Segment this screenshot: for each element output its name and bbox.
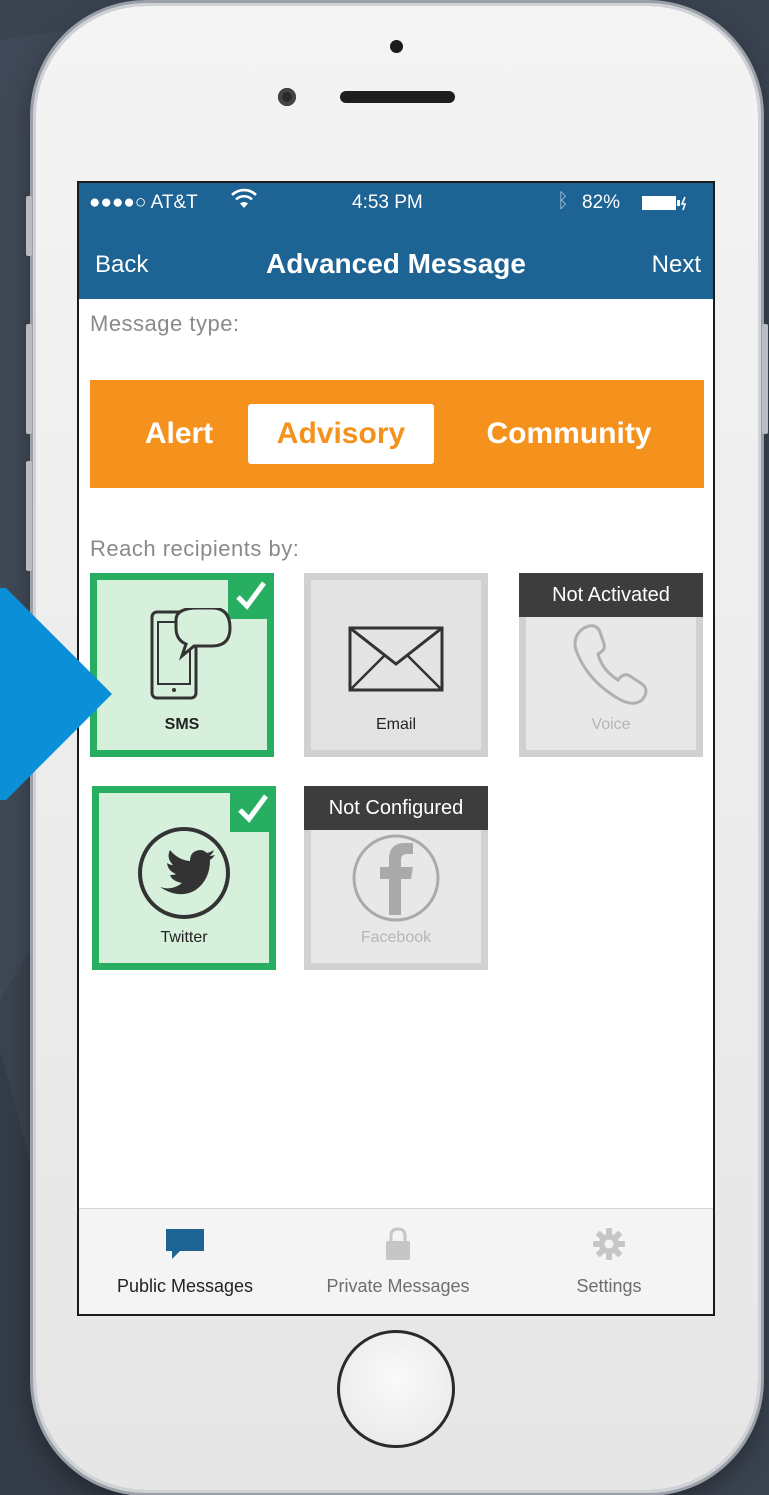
channel-tile-sms[interactable]: SMS xyxy=(90,573,274,757)
channel-label: Voice xyxy=(591,716,631,733)
pointer-arrow-icon xyxy=(0,588,112,800)
wifi-icon xyxy=(231,188,257,216)
front-camera xyxy=(278,88,296,106)
power-button xyxy=(762,324,768,434)
not-configured-badge: Not Configured xyxy=(304,786,488,830)
tab-private-messages[interactable]: Private Messages xyxy=(292,1209,504,1314)
channel-label: Facebook xyxy=(360,929,432,946)
tab-label: Public Messages xyxy=(116,1276,254,1296)
reach-recipients-label: Reach recipients by: xyxy=(90,536,300,561)
not-activated-badge: Not Activated xyxy=(519,573,703,617)
tab-label: Private Messages xyxy=(326,1276,470,1296)
mute-switch xyxy=(26,196,32,256)
volume-down-button xyxy=(26,461,32,571)
clock: 4:53 PM xyxy=(352,192,423,213)
envelope-icon xyxy=(311,626,481,697)
sms-phone-icon xyxy=(97,606,267,709)
channel-tile-facebook[interactable]: Not Configured Facebook xyxy=(304,786,488,970)
segment-community[interactable]: Community xyxy=(450,404,688,464)
proximity-sensor xyxy=(390,40,403,53)
carrier-label: ●●●●○ AT&T xyxy=(89,192,198,213)
battery-icon xyxy=(641,194,689,218)
phone-handset-icon xyxy=(526,618,696,713)
navigation-bar: Back Advanced Message Next xyxy=(79,221,713,299)
message-type-label: Message type: xyxy=(90,311,240,336)
tab-public-messages[interactable]: Public Messages xyxy=(79,1209,291,1314)
page-title: Advanced Message xyxy=(266,248,526,279)
tab-label: Settings xyxy=(576,1276,642,1296)
twitter-bird-icon xyxy=(99,825,269,926)
next-button[interactable]: Next xyxy=(652,251,701,279)
channel-label: Email xyxy=(375,716,416,733)
message-type-selector: Alert Advisory Community xyxy=(90,380,704,488)
home-button[interactable] xyxy=(337,1330,455,1448)
segment-advisory[interactable]: Advisory xyxy=(248,404,434,464)
gear-icon xyxy=(503,1227,713,1266)
status-bar: ●●●●○ AT&T 4:53 PM ᛒ 82% xyxy=(79,183,713,221)
volume-up-button xyxy=(26,324,32,434)
bluetooth-icon: ᛒ xyxy=(557,190,569,212)
tab-settings[interactable]: Settings xyxy=(503,1209,713,1314)
facebook-icon xyxy=(311,833,481,928)
phone-screen: ●●●●○ AT&T 4:53 PM ᛒ 82% Back Advanced M… xyxy=(77,181,715,1316)
channel-label: SMS xyxy=(164,716,200,733)
segment-alert[interactable]: Alert xyxy=(118,404,240,464)
channel-tile-voice[interactable]: Not Activated Voice xyxy=(519,573,703,757)
battery-percent: 82% xyxy=(582,192,621,213)
channel-tile-twitter[interactable]: Twitter xyxy=(92,786,276,970)
lock-icon xyxy=(292,1227,504,1266)
tab-bar: Public Messages Private Messages Setting… xyxy=(79,1208,713,1314)
channel-label: Twitter xyxy=(160,929,208,946)
channel-tile-email[interactable]: Email xyxy=(304,573,488,757)
chat-bubble-icon xyxy=(79,1227,291,1266)
earpiece-speaker xyxy=(340,91,455,103)
